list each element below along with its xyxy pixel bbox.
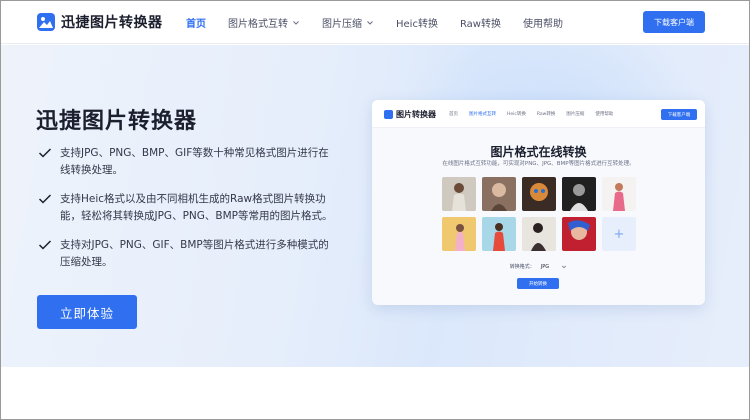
nav-item-format-convert[interactable]: 图片格式互转 [228,15,300,30]
feature-list: 支持JPG、PNG、BMP、GIF等数十种常见格式图片进行在线转换处理。 支持H… [38,145,338,283]
preview-logo: 图片转换器 [384,109,436,120]
preview-format-value: JPG [540,263,550,270]
preview-subtitle: 在线图片格式互转功能，可实现对PNG、JPG、BMP等图片格式进行互转处理。 [442,161,635,167]
feature-text: 支持JPG、PNG、BMP、GIF等数十种常见格式图片进行在线转换处理。 [60,147,329,176]
preview-title: 图片格式在线转换 [490,145,587,159]
preview-nav: 首页 图片格式互转 Heic转换 Raw转换 图片压缩 使用帮助 [449,111,613,117]
preview-format-row: 转换格式： JPG [372,263,705,270]
hero-title: 迅捷图片转换器 [36,109,198,134]
preview-format-select: JPG [541,264,567,270]
preview-download-button: 下载客户端 [661,109,697,120]
feature-item: 支持Heic格式以及由不同相机生成的Raw格式图片转换功能，轻松将其转换成JPG… [38,191,338,225]
download-client-button[interactable]: 下载客户端 [643,11,705,33]
photo-thumbnail [482,177,516,211]
feature-text: 支持Heic格式以及由不同相机生成的Raw格式图片转换功能，轻松将其转换成JPG… [60,193,333,222]
nav-item-raw[interactable]: Raw转换 [460,15,501,30]
nav-item-compress[interactable]: 图片压缩 [322,15,374,30]
preview-nav-item: 首页 [449,112,458,117]
photo-thumbnail [442,217,476,251]
preview-logo-text: 图片转换器 [396,110,436,119]
photo-thumbnail [562,177,596,211]
feature-item: 支持对JPG、PNG、GIF、BMP等图片格式进行多种模式的压缩处理。 [38,237,338,271]
site-logo[interactable]: 迅捷图片转换器 [37,12,163,32]
preview-nav-item: Heic转换 [507,112,526,117]
preview-image-icon [384,110,393,119]
chevron-down-icon [562,265,567,268]
photo-thumbnail [562,217,596,251]
image-logo-icon [37,13,55,31]
nav-label: 使用帮助 [523,19,563,30]
preview-format-label: 转换格式： [509,264,535,270]
nav-item-help[interactable]: 使用帮助 [523,15,563,30]
checkmark-icon [38,240,52,250]
preview-header: 图片转换器 首页 图片格式互转 Heic转换 Raw转换 图片压缩 使用帮助 下… [372,100,705,128]
nav-item-home[interactable]: 首页 [186,15,206,30]
nav-item-heic[interactable]: Heic转换 [396,15,438,30]
photo-thumbnail [522,177,556,211]
preview-nav-item: Raw转换 [536,112,556,117]
plus-icon: + [613,226,625,242]
checkmark-icon [38,148,52,158]
hero-section: 迅捷图片转换器 支持JPG、PNG、BMP、GIF等数十种常见格式图片进行在线转… [1,45,749,367]
add-image-button: + [602,217,636,251]
chevron-down-icon [293,20,299,25]
photo-thumbnail [602,177,636,211]
preview-nav-item: 图片格式互转 [469,112,496,117]
preview-nav-item: 使用帮助 [595,112,614,117]
photo-thumbnail [522,217,556,251]
photo-thumbnail [442,177,476,211]
app-preview-screenshot: 图片转换器 首页 图片格式互转 Heic转换 Raw转换 图片压缩 使用帮助 下… [372,100,705,305]
nav-label: 图片压缩 [322,19,362,30]
preview-start-button: 开始转换 [517,278,559,289]
feature-text: 支持对JPG、PNG、GIF、BMP等图片格式进行多种模式的压缩处理。 [60,239,329,268]
preview-nav-item: 图片压缩 [566,112,585,117]
main-nav: 首页 图片格式互转 图片压缩 Heic转换 Raw转换 使用帮助 [186,1,585,44]
photo-thumbnail [482,217,516,251]
top-header: 迅捷图片转换器 首页 图片格式互转 图片压缩 Heic转换 Raw转换 使用帮助… [1,1,749,44]
nav-label: Raw转换 [459,19,501,30]
nav-label: 图片格式互转 [228,19,288,30]
chevron-down-icon [367,20,373,25]
feature-item: 支持JPG、PNG、BMP、GIF等数十种常见格式图片进行在线转换处理。 [38,145,338,179]
nav-label: Heic转换 [396,19,438,30]
try-now-button[interactable]: 立即体验 [37,295,137,329]
logo-text: 迅捷图片转换器 [61,15,163,31]
checkmark-icon [38,194,52,204]
nav-label: 首页 [186,19,206,30]
preview-thumbnail-grid: + [442,177,636,251]
